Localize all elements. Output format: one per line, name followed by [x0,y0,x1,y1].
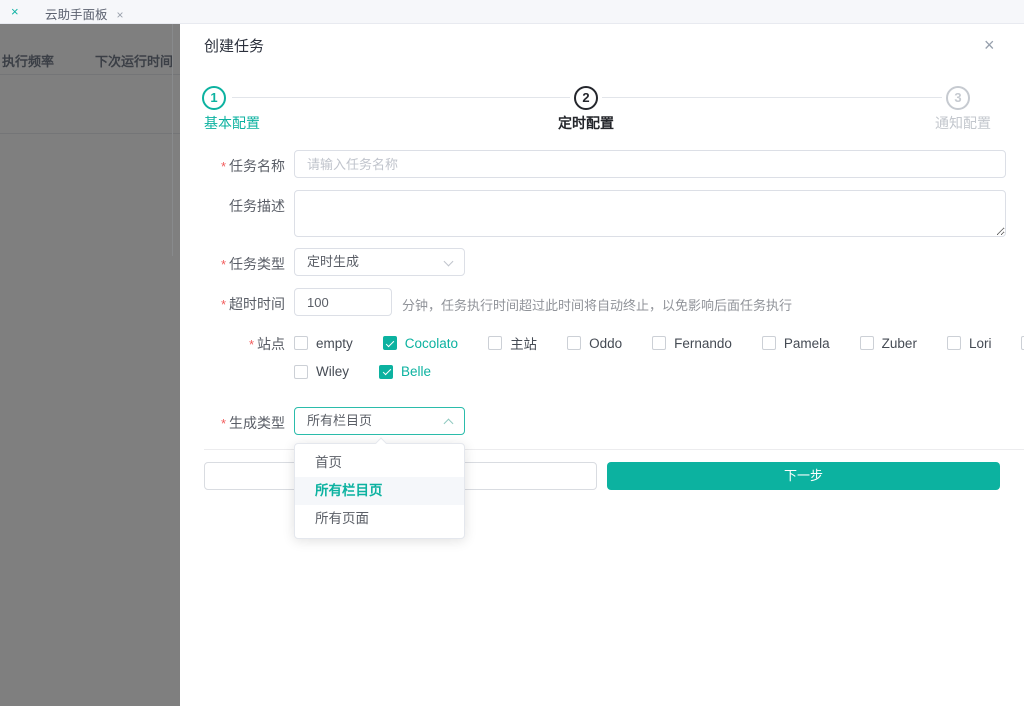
checkbox-icon [947,336,961,350]
site-checkbox-main-site[interactable]: 主站 [488,333,537,353]
task-type-label: *任务类型 [180,254,285,274]
bg-table-divider [0,133,180,134]
timeout-label: *超时时间 [180,294,285,314]
tab-bar: × 云助手面板 × [0,0,1024,24]
drawer-title: 创建任务 [204,35,264,56]
site-checkbox-lori[interactable]: Lori [947,336,992,351]
checkbox-icon [860,336,874,350]
close-icon[interactable]: × [984,36,995,54]
chevron-down-icon [444,257,454,267]
chevron-up-icon [444,419,454,429]
task-name-label: *任务名称 [180,156,285,176]
bg-table-header-frequency: 执行频率 [2,51,54,70]
tab-cloud-assistant-panel[interactable]: 云助手面板 × [45,4,124,23]
dropdown-option-all-columns[interactable]: 所有栏目页 [295,477,464,505]
task-type-select[interactable]: 定时生成 [294,248,465,276]
checkbox-icon [488,336,502,350]
create-task-drawer: 创建任务 × 1 2 3 基本配置 定时配置 通知配置 *任务名称 任务描述 *… [180,24,1024,706]
dropdown-arrow [375,437,386,448]
modal-overlay[interactable]: 执行频率 下次运行时间 [0,24,180,706]
page: × 云助手面板 × 执行频率 下次运行时间 创建任务 × 1 2 3 基本配置 定… [0,0,1024,706]
step-3-circle: 3 [946,86,970,110]
gen-type-select[interactable]: 所有栏目页 [294,407,465,435]
checkbox-icon [567,336,581,350]
tab-close-icon[interactable]: × [117,8,124,22]
site-checkbox-zuber[interactable]: Zuber [860,336,917,351]
sites-checkbox-row-2: Wiley Belle [294,364,461,379]
sites-checkbox-row-1: empty Cocolato 主站 Oddo Fernando Pamela [294,333,1024,353]
gen-type-value: 所有栏目页 [307,413,372,428]
step-2-label: 定时配置 [486,113,686,133]
required-mark: * [249,337,254,352]
timeout-hint: 分钟，任务执行时间超过此时间将自动终止，以免影响后面任务执行 [402,295,792,314]
site-checkbox-oddo[interactable]: Oddo [567,336,622,351]
bg-table-header-next-run: 下次运行时间 [95,51,173,70]
required-mark: * [221,416,226,431]
tab-label: 云助手面板 [45,8,108,22]
checkbox-icon [294,336,308,350]
checkbox-icon [294,365,308,379]
site-checkbox-wiley[interactable]: Wiley [294,364,349,379]
site-checkbox-empty[interactable]: empty [294,336,353,351]
task-type-value: 定时生成 [307,254,359,269]
required-mark: * [221,297,226,312]
checkbox-icon [652,336,666,350]
gen-type-label: *生成类型 [180,413,285,433]
step-1-circle: 1 [202,86,226,110]
step-2-circle: 2 [574,86,598,110]
bg-table-column-divider [172,24,173,256]
required-mark: * [221,159,226,174]
dropdown-option-all-pages[interactable]: 所有页面 [295,505,464,533]
checkbox-checked-icon [383,336,397,350]
task-desc-textarea[interactable] [294,190,1006,237]
dropdown-option-home[interactable]: 首页 [295,449,464,477]
step-3-label: 通知配置 [870,113,991,133]
bg-table-divider [0,74,180,75]
gen-type-dropdown: 首页 所有栏目页 所有页面 [294,443,465,539]
task-name-input[interactable] [294,150,1006,178]
required-mark: * [221,257,226,272]
close-icon[interactable]: × [11,4,19,19]
task-desc-label: 任务描述 [180,196,285,216]
next-step-button[interactable]: 下一步 [607,462,1000,490]
sites-label: *站点 [180,334,285,354]
site-checkbox-belle[interactable]: Belle [379,364,431,379]
timeout-input[interactable] [294,288,392,316]
step-connector [602,97,942,98]
site-checkbox-fernando[interactable]: Fernando [652,336,732,351]
site-checkbox-cocolato[interactable]: Cocolato [383,336,458,351]
site-checkbox-pamela[interactable]: Pamela [762,336,830,351]
checkbox-icon [762,336,776,350]
checkbox-checked-icon [379,365,393,379]
step-1-label: 基本配置 [204,113,260,133]
step-connector [232,97,570,98]
